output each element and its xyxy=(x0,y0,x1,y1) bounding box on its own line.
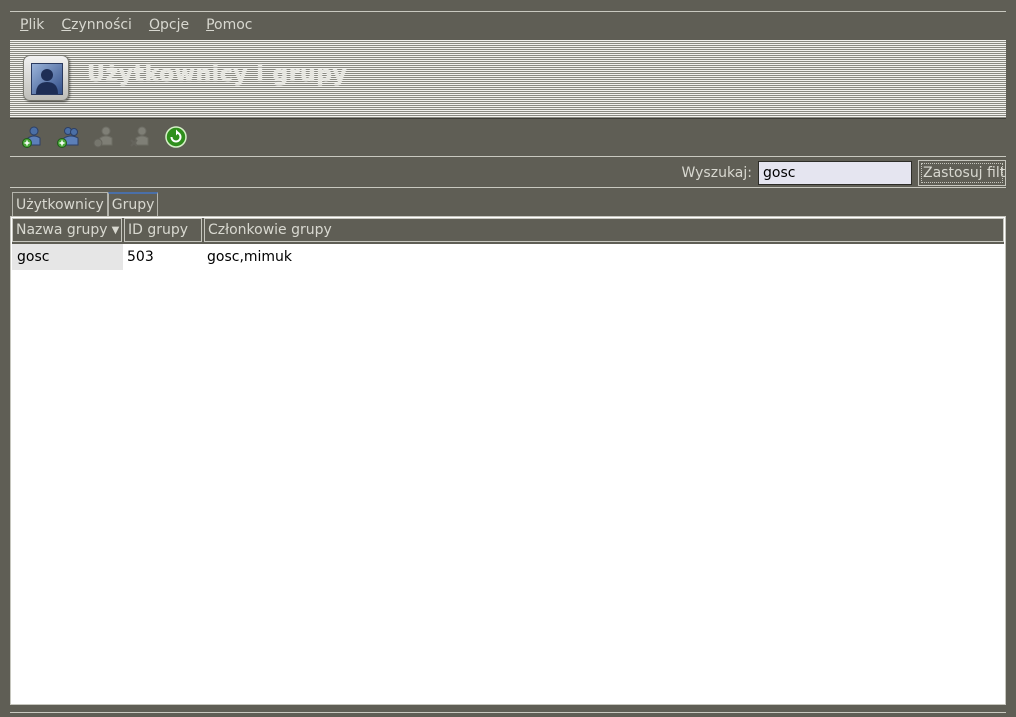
refresh-icon xyxy=(165,126,187,148)
menu-bar: Plik Czynności Opcje Pomoc xyxy=(10,13,260,37)
menu-actions-mnemonic: C xyxy=(61,17,72,33)
menu-options-label: pcje xyxy=(159,17,190,33)
cell-group-name: gosc xyxy=(12,244,123,270)
column-header-group-id[interactable]: ID grupy xyxy=(124,218,202,242)
menu-file[interactable]: Plik xyxy=(10,17,51,33)
table-header: Nazwa grupy ▼ ID grupy Członkowie grupy xyxy=(12,218,1004,244)
search-input[interactable] xyxy=(758,160,912,185)
add-group-icon xyxy=(57,127,79,148)
menu-actions-label: zynności xyxy=(71,17,132,33)
search-divider xyxy=(10,187,1006,188)
menu-help[interactable]: Pomoc xyxy=(196,17,259,33)
tab-users[interactable]: Użytkownicy xyxy=(12,192,108,216)
cell-group-members: gosc,mimuk xyxy=(207,249,293,265)
sort-down-icon: ▼ xyxy=(111,224,120,236)
refresh-button[interactable] xyxy=(158,122,194,152)
add-user-icon xyxy=(22,126,41,148)
column-header-group-members[interactable]: Członkowie grupy xyxy=(204,218,1004,242)
column-header-label: Nazwa grupy xyxy=(16,222,108,238)
menu-actions[interactable]: Czynności xyxy=(51,17,139,33)
properties-button[interactable] xyxy=(86,122,122,152)
toolbar-divider xyxy=(10,156,1006,157)
delete-icon xyxy=(130,126,149,147)
cell-group-id: 503 xyxy=(127,249,154,265)
search-label: Wyszukaj: xyxy=(681,164,752,181)
tab-bar: Użytkownicy Grupy xyxy=(12,191,159,216)
menu-options-mnemonic: O xyxy=(148,17,160,33)
add-group-button[interactable] xyxy=(50,122,86,152)
apply-filter-button[interactable]: Zastosuj filtr xyxy=(918,159,1006,186)
toolbar xyxy=(14,121,194,153)
delete-button[interactable] xyxy=(122,122,158,152)
column-header-group-name[interactable]: Nazwa grupy ▼ xyxy=(12,218,122,242)
tab-groups[interactable]: Grupy xyxy=(107,192,159,216)
users-groups-icon xyxy=(23,55,69,101)
column-header-label: Członkowie grupy xyxy=(208,222,332,238)
menu-file-label: lik xyxy=(28,17,45,33)
top-divider xyxy=(10,11,1006,12)
search-bar: Wyszukaj: Zastosuj filtr xyxy=(682,158,1006,187)
add-user-button[interactable] xyxy=(14,122,50,152)
page-title: Użytkownicy i grupy xyxy=(87,62,348,87)
bottom-divider xyxy=(10,712,1006,713)
menu-help-label: omoc xyxy=(214,17,253,33)
header-banner: Użytkownicy i grupy xyxy=(10,40,1006,119)
menu-options[interactable]: Opcje xyxy=(139,17,196,33)
table-row[interactable]: gosc 503 gosc,mimuk xyxy=(12,244,1004,270)
edit-properties-icon xyxy=(93,126,113,148)
groups-table: Nazwa grupy ▼ ID grupy Członkowie grupy … xyxy=(10,216,1006,705)
column-header-label: ID grupy xyxy=(128,222,189,238)
menu-help-mnemonic: P xyxy=(206,17,215,33)
